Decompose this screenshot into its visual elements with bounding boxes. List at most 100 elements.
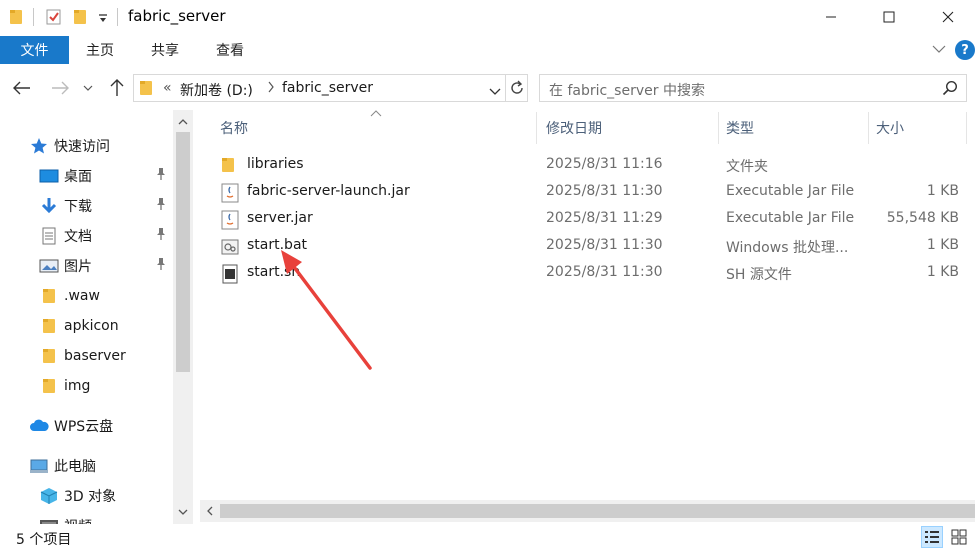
nav-item-wps-cloud[interactable]: WPS云盘 (0, 411, 173, 441)
nav-label: apkicon (64, 318, 119, 334)
nav-item-apkicon[interactable]: apkicon (0, 311, 173, 341)
tab-share[interactable]: 共享 (151, 36, 179, 64)
computer-icon (29, 456, 49, 476)
folder-icon (39, 286, 59, 306)
close-button[interactable] (923, 0, 973, 34)
maximize-button[interactable] (864, 0, 914, 34)
recent-locations-button[interactable] (80, 76, 96, 100)
nav-item-videos[interactable]: 视频 (0, 511, 173, 524)
column-header-size[interactable]: 大小 (876, 112, 904, 144)
batch-file-icon (221, 237, 239, 257)
file-row[interactable]: start.sh 2025/8/31 11:30 SH 源文件 1 KB (200, 260, 970, 287)
nav-item-documents[interactable]: 文档 (0, 221, 173, 251)
folder-icon (221, 156, 239, 176)
search-input[interactable]: 在 fabric_server 中搜索 (549, 80, 705, 100)
folder-icon (140, 80, 152, 100)
refresh-icon[interactable] (509, 80, 525, 100)
scroll-down-icon[interactable] (177, 506, 189, 518)
column-header-type[interactable]: 类型 (726, 112, 754, 144)
address-overflow[interactable]: « (163, 80, 172, 96)
scroll-up-icon[interactable] (177, 116, 189, 128)
minimize-button[interactable] (806, 0, 856, 34)
close-icon (942, 11, 954, 23)
arrow-left-icon (13, 81, 30, 95)
file-size: 55,548 KB (886, 210, 959, 226)
nav-label: img (64, 378, 91, 394)
nav-item-baserver[interactable]: baserver (0, 341, 173, 371)
file-type: Executable Jar File (726, 210, 855, 226)
file-name: server.jar (247, 210, 313, 226)
file-list-scrollbar[interactable] (200, 500, 975, 522)
nav-item-3d-objects[interactable]: 3D 对象 (0, 481, 173, 511)
cube-3d-icon (39, 486, 59, 506)
download-icon (39, 196, 59, 216)
arrow-up-icon (110, 79, 124, 96)
pin-icon[interactable] (155, 227, 167, 245)
file-date: 2025/8/31 11:29 (546, 210, 663, 226)
nav-item-downloads[interactable]: 下载 (0, 191, 173, 221)
search-icon[interactable] (942, 80, 958, 100)
scrollbar-thumb[interactable] (220, 504, 975, 518)
cloud-icon (29, 416, 49, 436)
chevron-down-icon (83, 85, 93, 91)
large-icons-view-icon (951, 529, 967, 545)
nav-item-img[interactable]: img (0, 371, 173, 401)
file-name: fabric-server-launch.jar (247, 183, 410, 199)
pin-icon[interactable] (155, 257, 167, 275)
tab-home[interactable]: 主页 (86, 36, 114, 64)
nav-label: 桌面 (64, 169, 92, 185)
file-date: 2025/8/31 11:16 (546, 156, 663, 172)
nav-scrollbar[interactable] (173, 110, 193, 524)
chevron-right-icon[interactable] (267, 81, 275, 97)
scrollbar-thumb[interactable] (176, 132, 190, 372)
chevron-down-icon[interactable] (489, 84, 501, 100)
file-row[interactable]: start.bat 2025/8/31 11:30 Windows 批处理...… (200, 233, 970, 260)
folder-icon (39, 376, 59, 396)
pin-icon[interactable] (155, 167, 167, 185)
column-header-name[interactable]: 名称 (220, 112, 248, 144)
properties-icon[interactable] (46, 9, 62, 29)
folder-icon[interactable] (10, 9, 22, 29)
nav-item-waw[interactable]: .waw (0, 281, 173, 311)
column-header-date[interactable]: 修改日期 (546, 112, 602, 144)
scroll-left-icon[interactable] (204, 505, 216, 517)
search-box[interactable]: 在 fabric_server 中搜索 (539, 74, 967, 102)
up-button[interactable] (105, 76, 129, 100)
file-row[interactable]: libraries 2025/8/31 11:16 文件夹 (200, 152, 970, 179)
shell-script-icon (221, 264, 239, 284)
breadcrumb-drive[interactable]: 新加卷 (D:) (180, 80, 253, 100)
address-bar[interactable]: « 新加卷 (D:) fabric_server (133, 74, 528, 102)
forward-button[interactable] (48, 76, 72, 100)
new-folder-icon[interactable] (74, 9, 86, 29)
large-icons-view-button[interactable] (948, 526, 970, 548)
file-name: start.bat (247, 237, 308, 253)
status-bar: 5 个项目 (0, 524, 975, 550)
nav-label: 快速访问 (54, 139, 110, 155)
nav-quick-access[interactable]: 快速访问 (0, 131, 173, 161)
customize-toolbar-icon[interactable] (98, 12, 108, 28)
help-button[interactable]: ? (955, 40, 975, 60)
nav-label: 此电脑 (54, 459, 96, 475)
nav-label: WPS云盘 (54, 419, 114, 435)
pin-icon[interactable] (155, 197, 167, 215)
nav-item-this-pc[interactable]: 此电脑 (0, 451, 173, 481)
file-row[interactable]: server.jar 2025/8/31 11:29 Executable Ja… (200, 206, 970, 233)
tab-view[interactable]: 查看 (216, 36, 244, 64)
nav-label: 下载 (64, 199, 92, 215)
details-view-icon (925, 531, 939, 543)
nav-item-pictures[interactable]: 图片 (0, 251, 173, 281)
file-type: 文件夹 (726, 159, 768, 175)
chevron-down-icon[interactable] (932, 42, 946, 58)
window-title: fabric_server (128, 7, 226, 25)
file-size: 1 KB (926, 237, 959, 253)
details-view-button[interactable] (921, 526, 943, 548)
ribbon-tabs: 文件 主页 共享 查看 ? (0, 34, 975, 64)
back-button[interactable] (10, 76, 34, 100)
tab-file[interactable]: 文件 (0, 36, 69, 64)
breadcrumb-folder[interactable]: fabric_server (282, 80, 373, 96)
file-row[interactable]: fabric-server-launch.jar 2025/8/31 11:30… (200, 179, 970, 206)
pictures-icon (39, 256, 59, 276)
file-name: libraries (247, 156, 304, 172)
file-size: 1 KB (926, 183, 959, 199)
nav-item-desktop[interactable]: 桌面 (0, 161, 173, 191)
